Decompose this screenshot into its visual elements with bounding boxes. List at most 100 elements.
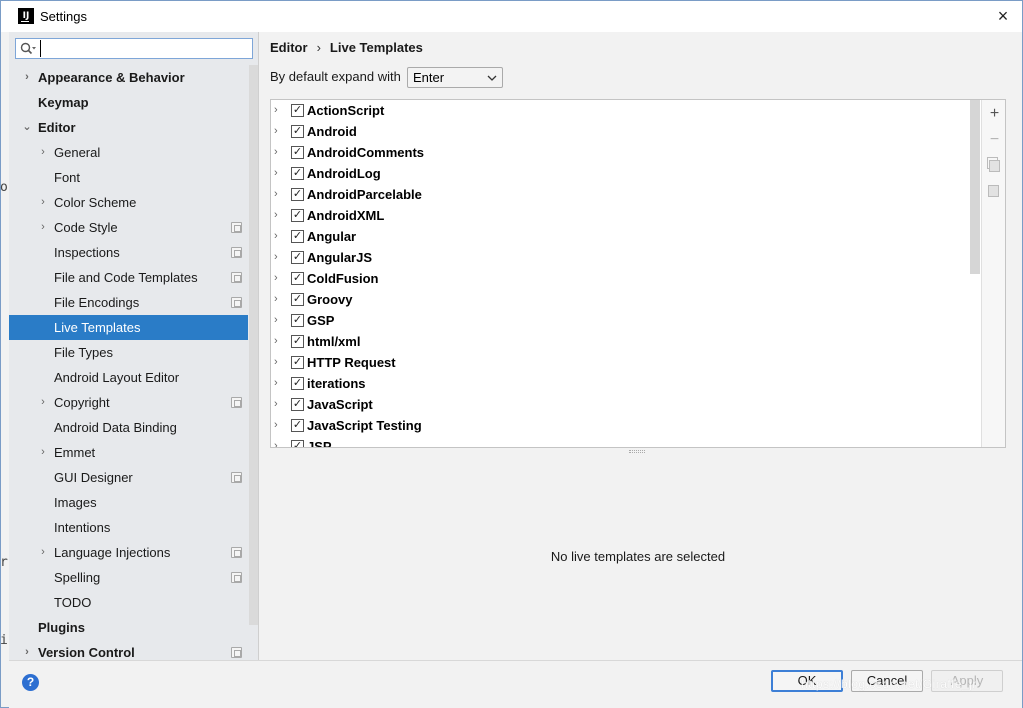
sidebar-item-copyright[interactable]: › Copyright: [9, 390, 248, 415]
template-group-row[interactable]: › ✓ HTTP Request: [271, 352, 971, 373]
sidebar-item-gui-designer[interactable]: GUI Designer: [9, 465, 248, 490]
chevron-right-icon[interactable]: ›: [274, 415, 284, 436]
sidebar-item-todo[interactable]: TODO: [9, 590, 248, 615]
sidebar-item-spelling[interactable]: Spelling: [9, 565, 248, 590]
sidebar-item-font[interactable]: Font: [9, 165, 248, 190]
sidebar-item-emmet[interactable]: › Emmet: [9, 440, 248, 465]
sidebar-item-plugins[interactable]: Plugins: [9, 615, 248, 640]
template-list-scrollbar[interactable]: [970, 100, 980, 274]
template-group-checkbox[interactable]: ✓: [291, 293, 304, 306]
template-group-checkbox[interactable]: ✓: [291, 419, 304, 432]
template-group-checkbox[interactable]: ✓: [291, 272, 304, 285]
sidebar-item-file-encodings[interactable]: File Encodings: [9, 290, 248, 315]
template-group-row[interactable]: › ✓ AndroidXML: [271, 205, 971, 226]
chevron-right-icon[interactable]: ›: [274, 352, 284, 373]
sidebar-item-file-types[interactable]: File Types: [9, 340, 248, 365]
chevron-right-icon[interactable]: ›: [274, 205, 284, 226]
project-scope-icon: [231, 547, 242, 558]
sidebar-item-android-layout-editor[interactable]: Android Layout Editor: [9, 365, 248, 390]
template-group-checkbox[interactable]: ✓: [291, 356, 304, 369]
template-group-row[interactable]: › ✓ Groovy: [271, 289, 971, 310]
sidebar-item-color-scheme[interactable]: › Color Scheme: [9, 190, 248, 215]
sidebar-item-keymap[interactable]: Keymap: [9, 90, 248, 115]
remove-template-button[interactable]: −: [986, 131, 1003, 148]
template-group-row[interactable]: › ✓ JavaScript: [271, 394, 971, 415]
close-button[interactable]: ×: [990, 4, 1016, 28]
chevron-right-icon[interactable]: ›: [274, 373, 284, 394]
chevron-right-icon[interactable]: ›: [37, 540, 49, 565]
sidebar-item-language-injections[interactable]: › Language Injections: [9, 540, 248, 565]
expand-with-value: Enter: [413, 70, 445, 85]
chevron-right-icon[interactable]: ›: [274, 268, 284, 289]
template-group-row[interactable]: › ✓ JSP: [271, 436, 971, 447]
expand-with-select[interactable]: Enter: [407, 67, 503, 88]
template-group-name: AndroidXML: [307, 208, 385, 223]
template-group-row[interactable]: › ✓ AndroidParcelable: [271, 184, 971, 205]
template-group-checkbox[interactable]: ✓: [291, 398, 304, 411]
chevron-right-icon[interactable]: ›: [37, 190, 49, 215]
chevron-down-icon[interactable]: ⌄: [21, 115, 33, 140]
template-group-name: AngularJS: [307, 250, 373, 265]
sidebar-item-code-style[interactable]: › Code Style: [9, 215, 248, 240]
template-group-checkbox[interactable]: ✓: [291, 230, 304, 243]
template-group-checkbox[interactable]: ✓: [291, 209, 304, 222]
chevron-right-icon[interactable]: ›: [37, 440, 49, 465]
chevron-right-icon[interactable]: ›: [37, 215, 49, 240]
sidebar-item-android-data-binding[interactable]: Android Data Binding: [9, 415, 248, 440]
search-box[interactable]: [15, 38, 253, 59]
chevron-right-icon[interactable]: ›: [274, 310, 284, 331]
template-group-checkbox[interactable]: ✓: [291, 104, 304, 117]
chevron-right-icon[interactable]: ›: [274, 247, 284, 268]
template-group-checkbox[interactable]: ✓: [291, 188, 304, 201]
chevron-right-icon[interactable]: ›: [274, 289, 284, 310]
chevron-right-icon[interactable]: ›: [274, 436, 284, 447]
sidebar-item-general[interactable]: › General: [9, 140, 248, 165]
chevron-right-icon[interactable]: ›: [37, 140, 49, 165]
chevron-right-icon[interactable]: ›: [37, 390, 49, 415]
sidebar-item-appearance-behavior[interactable]: › Appearance & Behavior: [9, 65, 248, 90]
chevron-right-icon[interactable]: ›: [274, 184, 284, 205]
template-group-checkbox[interactable]: ✓: [291, 146, 304, 159]
sidebar-item-intentions[interactable]: Intentions: [9, 515, 248, 540]
template-group-checkbox[interactable]: ✓: [291, 125, 304, 138]
sidebar-item-label: Keymap: [38, 95, 89, 110]
sidebar-item-inspections[interactable]: Inspections: [9, 240, 248, 265]
chevron-right-icon[interactable]: ›: [274, 100, 284, 121]
help-button[interactable]: ?: [22, 674, 39, 691]
restore-defaults-icon[interactable]: [982, 183, 1005, 203]
template-group-row[interactable]: › ✓ GSP: [271, 310, 971, 331]
search-icon[interactable]: [20, 42, 38, 56]
chevron-right-icon[interactable]: ›: [274, 331, 284, 352]
template-group-row[interactable]: › ✓ iterations: [271, 373, 971, 394]
template-group-row[interactable]: › ✓ Android: [271, 121, 971, 142]
template-group-row[interactable]: › ✓ AndroidLog: [271, 163, 971, 184]
template-group-row[interactable]: › ✓ html/xml: [271, 331, 971, 352]
template-group-row[interactable]: › ✓ ActionScript: [271, 100, 971, 121]
template-group-row[interactable]: › ✓ AndroidComments: [271, 142, 971, 163]
sidebar-scrollbar[interactable]: [249, 65, 258, 625]
sidebar-item-live-templates[interactable]: Live Templates: [9, 315, 248, 340]
template-group-checkbox[interactable]: ✓: [291, 377, 304, 390]
template-group-checkbox[interactable]: ✓: [291, 167, 304, 180]
template-group-checkbox[interactable]: ✓: [291, 440, 304, 447]
template-group-checkbox[interactable]: ✓: [291, 314, 304, 327]
template-group-checkbox[interactable]: ✓: [291, 335, 304, 348]
template-group-row[interactable]: › ✓ Angular: [271, 226, 971, 247]
sidebar-item-images[interactable]: Images: [9, 490, 248, 515]
template-group-row[interactable]: › ✓ ColdFusion: [271, 268, 971, 289]
chevron-right-icon[interactable]: ›: [274, 142, 284, 163]
template-group-row[interactable]: › ✓ AngularJS: [271, 247, 971, 268]
sidebar-item-editor[interactable]: ⌄ Editor: [9, 115, 248, 140]
chevron-right-icon[interactable]: ›: [274, 121, 284, 142]
splitter-handle[interactable]: [629, 450, 645, 453]
template-group-checkbox[interactable]: ✓: [291, 251, 304, 264]
template-group-row[interactable]: › ✓ JavaScript Testing: [271, 415, 971, 436]
chevron-right-icon[interactable]: ›: [274, 163, 284, 184]
copy-template-icon[interactable]: [982, 156, 1005, 176]
sidebar-item-file-and-code-templates[interactable]: File and Code Templates: [9, 265, 248, 290]
chevron-right-icon[interactable]: ›: [274, 394, 284, 415]
chevron-right-icon[interactable]: ›: [274, 226, 284, 247]
search-input[interactable]: [40, 40, 248, 57]
chevron-right-icon[interactable]: ›: [21, 65, 33, 90]
add-template-button[interactable]: +: [986, 105, 1003, 122]
